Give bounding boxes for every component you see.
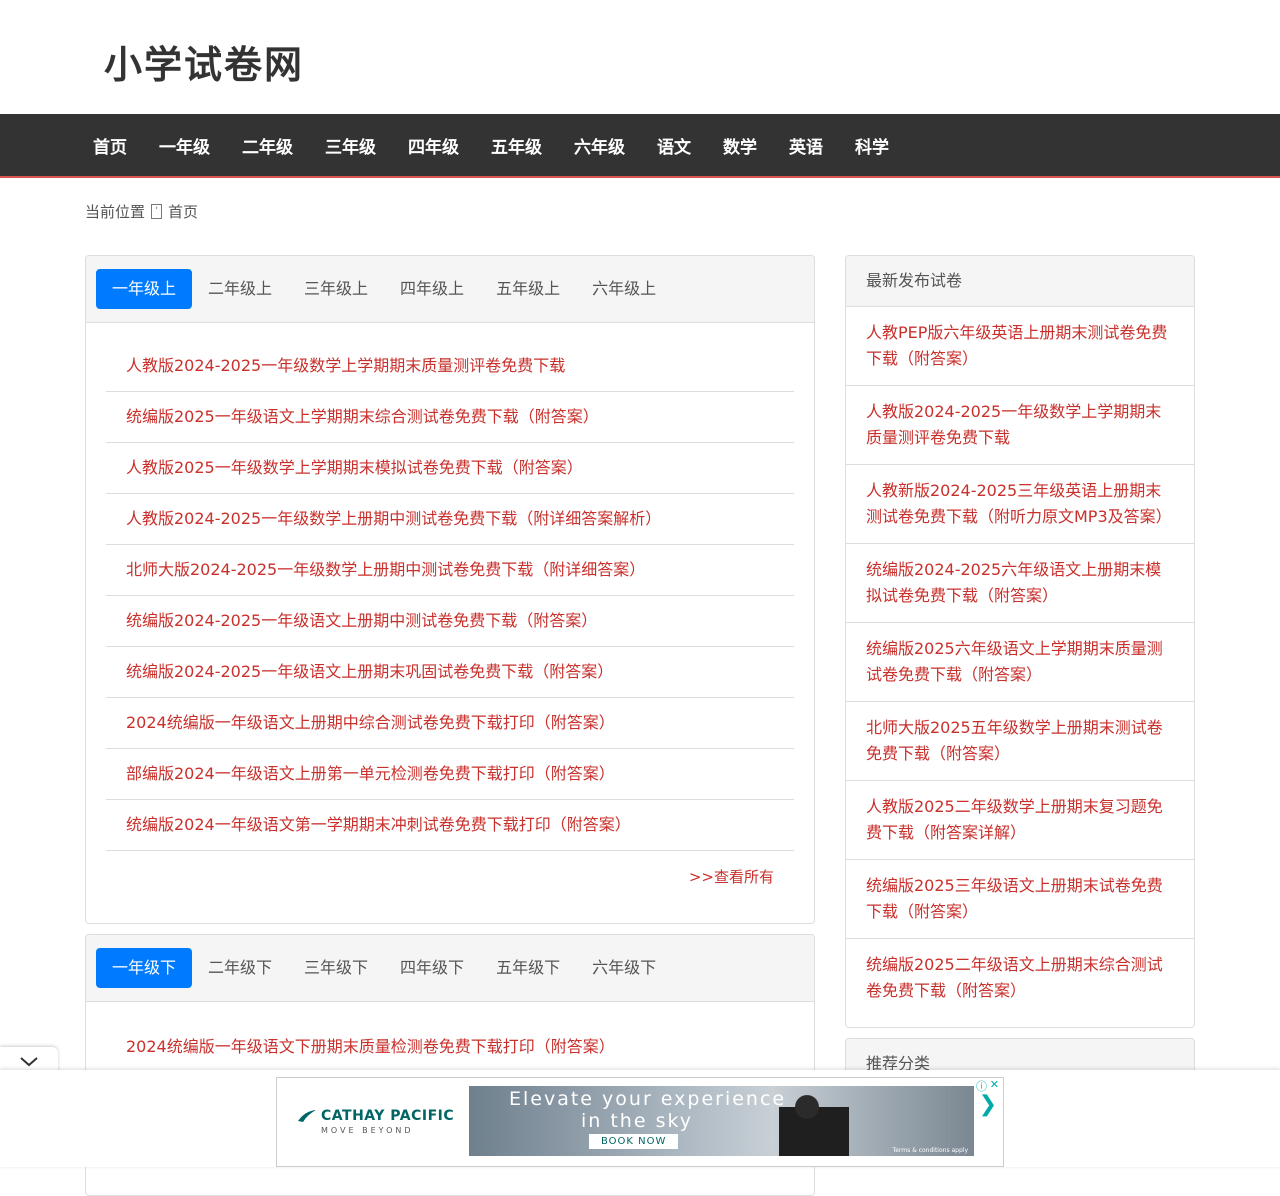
paper-link[interactable]: 统编版2025一年级语文上学期期末综合测试卷免费下载（附答案） [106, 392, 794, 443]
paper-list: 人教版2024-2025一年级数学上学期期末质量测评卷免费下载 统编版2025一年… [86, 323, 814, 851]
tab-bar: 一年级上 二年级上 三年级上 四年级上 五年级上 六年级上 [86, 256, 814, 323]
nav-item[interactable]: 三年级 [309, 133, 392, 158]
latest-paper-link[interactable]: 北师大版2025五年级数学上册期末测试卷免费下载（附答案） [846, 702, 1194, 781]
tab-bar: 一年级下 二年级下 三年级下 四年级下 五年级下 六年级下 [86, 935, 814, 1002]
panel-title: 最新发布试卷 [846, 256, 1194, 307]
tab[interactable]: 五年级下 [480, 948, 576, 988]
latest-paper-link[interactable]: 人教版2024-2025一年级数学上学期期末质量测评卷免费下载 [846, 386, 1194, 465]
paper-list: 2024统编版一年级语文下册期末质量检测卷免费下载打印（附答案） [86, 1002, 814, 1073]
latest-paper-link[interactable]: 统编版2025三年级语文上册期末试卷免费下载（附答案） [846, 860, 1194, 939]
tab[interactable]: 三年级下 [288, 948, 384, 988]
ad-image: Elevate your experience in the sky BOOK … [469, 1086, 974, 1156]
book-now-button[interactable]: BOOK NOW [589, 1134, 679, 1149]
nav-item[interactable]: 英语 [773, 133, 839, 158]
latest-paper-link[interactable]: 统编版2024-2025六年级语文上册期末模拟试卷免费下载（附答案） [846, 544, 1194, 623]
ad-headline-line2: in the sky [581, 1110, 694, 1132]
ad-close-icon[interactable]: ✕ [990, 1078, 999, 1091]
paper-link[interactable]: 人教版2024-2025一年级数学上册期中测试卷免费下载（附详细答案解析） [106, 494, 794, 545]
breadcrumb: 当前位置 › 首页 [85, 201, 198, 222]
ad-headline: Elevate your experience [509, 1088, 787, 1110]
tab[interactable]: 六年级下 [576, 948, 672, 988]
paper-link[interactable]: 统编版2024-2025一年级语文上册期末巩固试卷免费下载（附答案） [106, 647, 794, 698]
latest-papers-panel: 最新发布试卷 人教PEP版六年级英语上册期末测试卷免费下载（附答案） 人教版202… [845, 255, 1195, 1028]
view-all-link[interactable]: >>查看所有 [86, 866, 814, 887]
nav-item[interactable]: 首页 [77, 133, 143, 158]
separator-icon: › [151, 204, 163, 219]
tab[interactable]: 一年级下 [96, 948, 193, 988]
grade-upper-panel: 一年级上 二年级上 三年级上 四年级上 五年级上 六年级上 人教版2024-2025一年级… [85, 255, 815, 924]
brushwing-icon [298, 1110, 316, 1122]
tab[interactable]: 六年级上 [576, 269, 672, 309]
tab[interactable]: 二年级上 [192, 269, 288, 309]
latest-paper-link[interactable]: 人教PEP版六年级英语上册期末测试卷免费下载（附答案） [846, 307, 1194, 386]
breadcrumb-current[interactable]: 首页 [168, 201, 198, 222]
ad-banner[interactable]: CATHAY PACIFIC MOVE BEYOND Elevate your … [276, 1077, 1004, 1167]
paper-link[interactable]: 人教版2025一年级数学上学期期末模拟试卷免费下载（附答案） [106, 443, 794, 494]
nav-item[interactable]: 六年级 [558, 133, 641, 158]
nav-item[interactable]: 科学 [839, 133, 905, 158]
tab[interactable]: 二年级下 [192, 948, 288, 988]
paper-link[interactable]: 统编版2024-2025一年级语文上册期中测试卷免费下载（附答案） [106, 596, 794, 647]
tab[interactable]: 五年级上 [480, 269, 576, 309]
chevron-down-icon [20, 1057, 38, 1067]
site-title[interactable]: 小学试卷网 [104, 34, 304, 89]
nav-item[interactable]: 一年级 [143, 133, 226, 158]
ad-brand-name: CATHAY PACIFIC [321, 1108, 455, 1124]
paper-link[interactable]: 统编版2024一年级语文第一学期期末冲刺试卷免费下载打印（附答案） [106, 800, 794, 851]
latest-paper-link[interactable]: 人教版2025二年级数学上册期末复习题免费下载（附答案详解） [846, 781, 1194, 860]
ad-logo: CATHAY PACIFIC MOVE BEYOND [297, 1108, 457, 1135]
ad-terms: Terms & conditions apply [892, 1147, 968, 1154]
tab[interactable]: 四年级上 [384, 269, 480, 309]
main-nav: 首页 一年级 二年级 三年级 四年级 五年级 六年级 语文 数学 英语 科学 [0, 114, 1280, 178]
nav-item[interactable]: 二年级 [226, 133, 309, 158]
tab[interactable]: 一年级上 [96, 269, 193, 309]
breadcrumb-label: 当前位置 [85, 203, 146, 221]
paper-link[interactable]: 人教版2024-2025一年级数学上学期期末质量测评卷免费下载 [106, 341, 794, 392]
tab[interactable]: 四年级下 [384, 948, 480, 988]
nav-item[interactable]: 四年级 [392, 133, 475, 158]
ad-banner-bar: CATHAY PACIFIC MOVE BEYOND Elevate your … [0, 1070, 1280, 1167]
ad-arrow-icon[interactable]: ❯ [979, 1092, 997, 1117]
nav-item[interactable]: 五年级 [475, 133, 558, 158]
latest-paper-link[interactable]: 人教新版2024-2025三年级英语上册期末测试卷免费下载（附听力原文MP3及答… [846, 465, 1194, 544]
latest-paper-link[interactable]: 统编版2025六年级语文上学期期末质量测试卷免费下载（附答案） [846, 623, 1194, 702]
latest-paper-link[interactable]: 统编版2025二年级语文上册期末综合测试卷免费下载（附答案） [846, 939, 1194, 1017]
paper-link[interactable]: 2024统编版一年级语文上册期中综合测试卷免费下载打印（附答案） [106, 698, 794, 749]
ad-person-photo [779, 1086, 849, 1156]
nav-item[interactable]: 数学 [707, 133, 773, 158]
ad-tagline: MOVE BEYOND [321, 1126, 414, 1135]
tab[interactable]: 三年级上 [288, 269, 384, 309]
paper-link[interactable]: 部编版2024一年级语文上册第一单元检测卷免费下载打印（附答案） [106, 749, 794, 800]
paper-link[interactable]: 北师大版2024-2025一年级数学上册期中测试卷免费下载（附详细答案） [106, 545, 794, 596]
nav-item[interactable]: 语文 [641, 133, 707, 158]
paper-link[interactable]: 2024统编版一年级语文下册期末质量检测卷免费下载打印（附答案） [106, 1022, 794, 1073]
